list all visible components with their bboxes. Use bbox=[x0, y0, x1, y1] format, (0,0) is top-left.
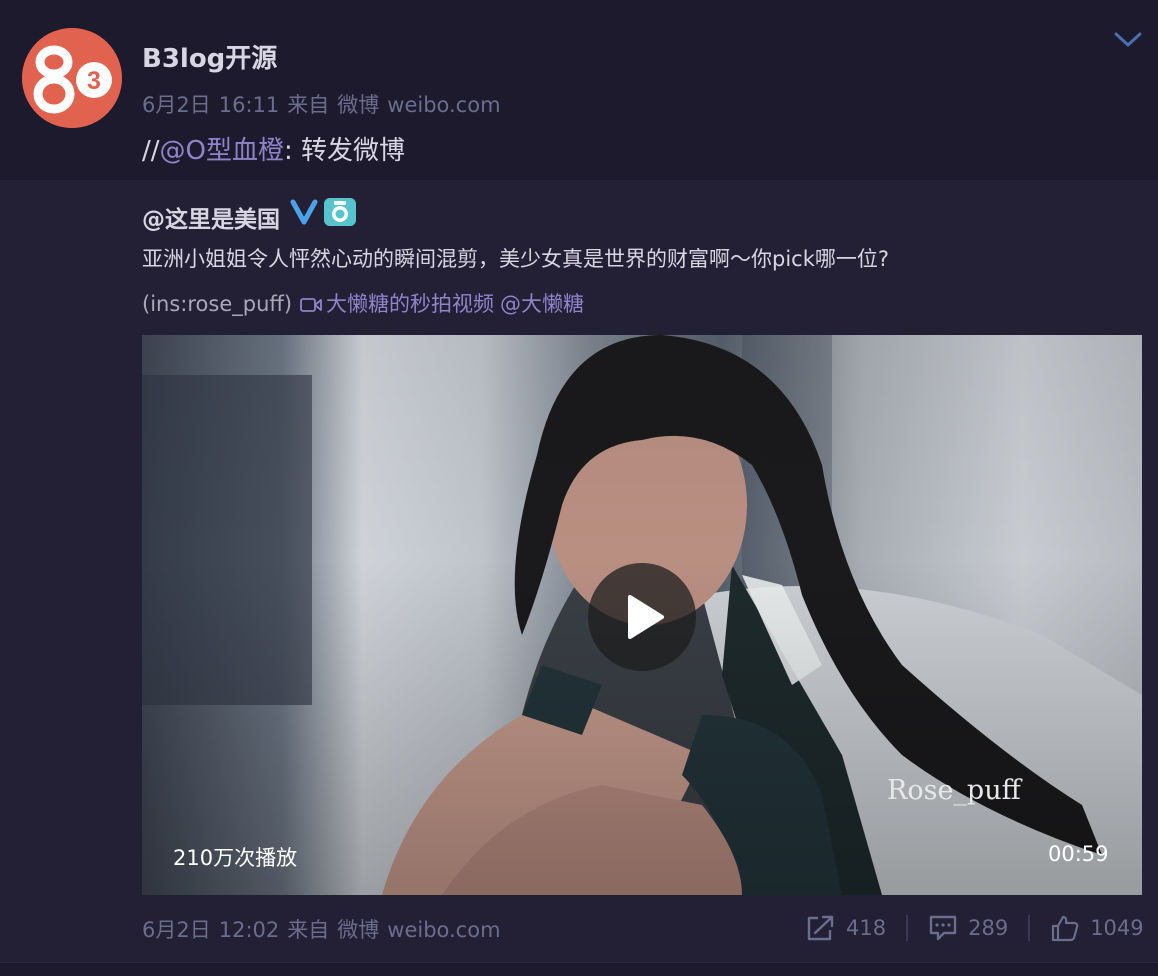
video-view-count: 210万次播放 bbox=[173, 846, 298, 870]
post-source-domain[interactable]: weibo.com bbox=[387, 93, 500, 117]
quoted-text: 亚洲小姐姐令人怦然心动的瞬间混剪，美少女真是世界的财富啊～你pick哪一位? bbox=[142, 247, 890, 271]
quoted-meta: 6月2日 12:02 来自 微博 weibo.com bbox=[142, 914, 509, 944]
quoted-actions: 418 289 1049 bbox=[806, 910, 1144, 946]
video-player[interactable]: Rose_puff 210万次播放 00:59 bbox=[142, 335, 1142, 895]
b3log-logo-icon: 3 bbox=[22, 28, 122, 128]
actions-divider bbox=[906, 915, 909, 941]
weibo-card: 3 B3log开源 6月2日 16:11 来自 微博 weibo.com //@O型血橙… bbox=[0, 0, 1158, 976]
post-time[interactable]: 16:11 bbox=[219, 93, 280, 117]
play-button[interactable] bbox=[588, 563, 696, 671]
svg-text:3: 3 bbox=[87, 67, 101, 95]
quoted-source-domain[interactable]: weibo.com bbox=[387, 918, 500, 942]
credit-text: (ins:rose_puff) bbox=[142, 292, 293, 316]
quoted-from: 来自 bbox=[287, 918, 330, 942]
repost-count: 418 bbox=[846, 916, 887, 940]
play-icon bbox=[628, 595, 664, 639]
comment-button[interactable]: 289 bbox=[928, 914, 1008, 942]
quoted-time[interactable]: 12:02 bbox=[219, 918, 280, 942]
post-date: 6月2日 bbox=[142, 93, 211, 117]
quoted-source-name[interactable]: 微博 bbox=[337, 918, 379, 942]
card-bottom-divider bbox=[0, 962, 1158, 976]
chevron-down-icon[interactable] bbox=[1112, 28, 1144, 50]
like-button[interactable]: 1049 bbox=[1050, 914, 1144, 942]
repost-button[interactable]: 418 bbox=[806, 914, 886, 942]
post-source-name[interactable]: 微博 bbox=[337, 93, 379, 117]
video-duration: 00:59 bbox=[1048, 842, 1109, 866]
repost-text: //@O型血橙: 转发微博 bbox=[142, 130, 405, 167]
video-author-mention[interactable]: @大懒糖 bbox=[500, 292, 584, 316]
camera-badge-icon[interactable] bbox=[324, 198, 356, 226]
video-icon bbox=[300, 298, 322, 312]
repost-suffix: : 转发微博 bbox=[284, 136, 406, 166]
like-icon bbox=[1052, 915, 1079, 942]
repost-mention[interactable]: @O型血橙 bbox=[160, 136, 284, 166]
like-count: 1049 bbox=[1090, 916, 1144, 940]
verified-v-icon[interactable] bbox=[290, 199, 318, 225]
comment-count: 289 bbox=[968, 916, 1009, 940]
video-source-link[interactable]: 大懒糖的秒拍视频 bbox=[326, 292, 494, 316]
author-name[interactable]: B3log开源 bbox=[142, 38, 277, 75]
avatar[interactable]: 3 bbox=[22, 28, 122, 128]
comment-icon bbox=[929, 915, 957, 941]
actions-divider bbox=[1028, 915, 1031, 941]
repost-prefix: // bbox=[142, 136, 160, 166]
quoted-date: 6月2日 bbox=[142, 918, 211, 942]
quoted-author[interactable]: @这里是美国 bbox=[142, 200, 280, 234]
post-header: 3 B3log开源 6月2日 16:11 来自 微博 weibo.com //@O型血橙… bbox=[0, 0, 1158, 180]
post-from: 来自 bbox=[287, 93, 330, 117]
repost-icon bbox=[807, 915, 834, 941]
video-watermark: Rose_puff bbox=[887, 775, 1021, 806]
quoted-credit-line: (ins:rose_puff) 大懒糖的秒拍视频 @大懒糖 bbox=[142, 288, 584, 318]
post-meta: 6月2日 16:11 来自 微博 weibo.com bbox=[142, 89, 509, 119]
